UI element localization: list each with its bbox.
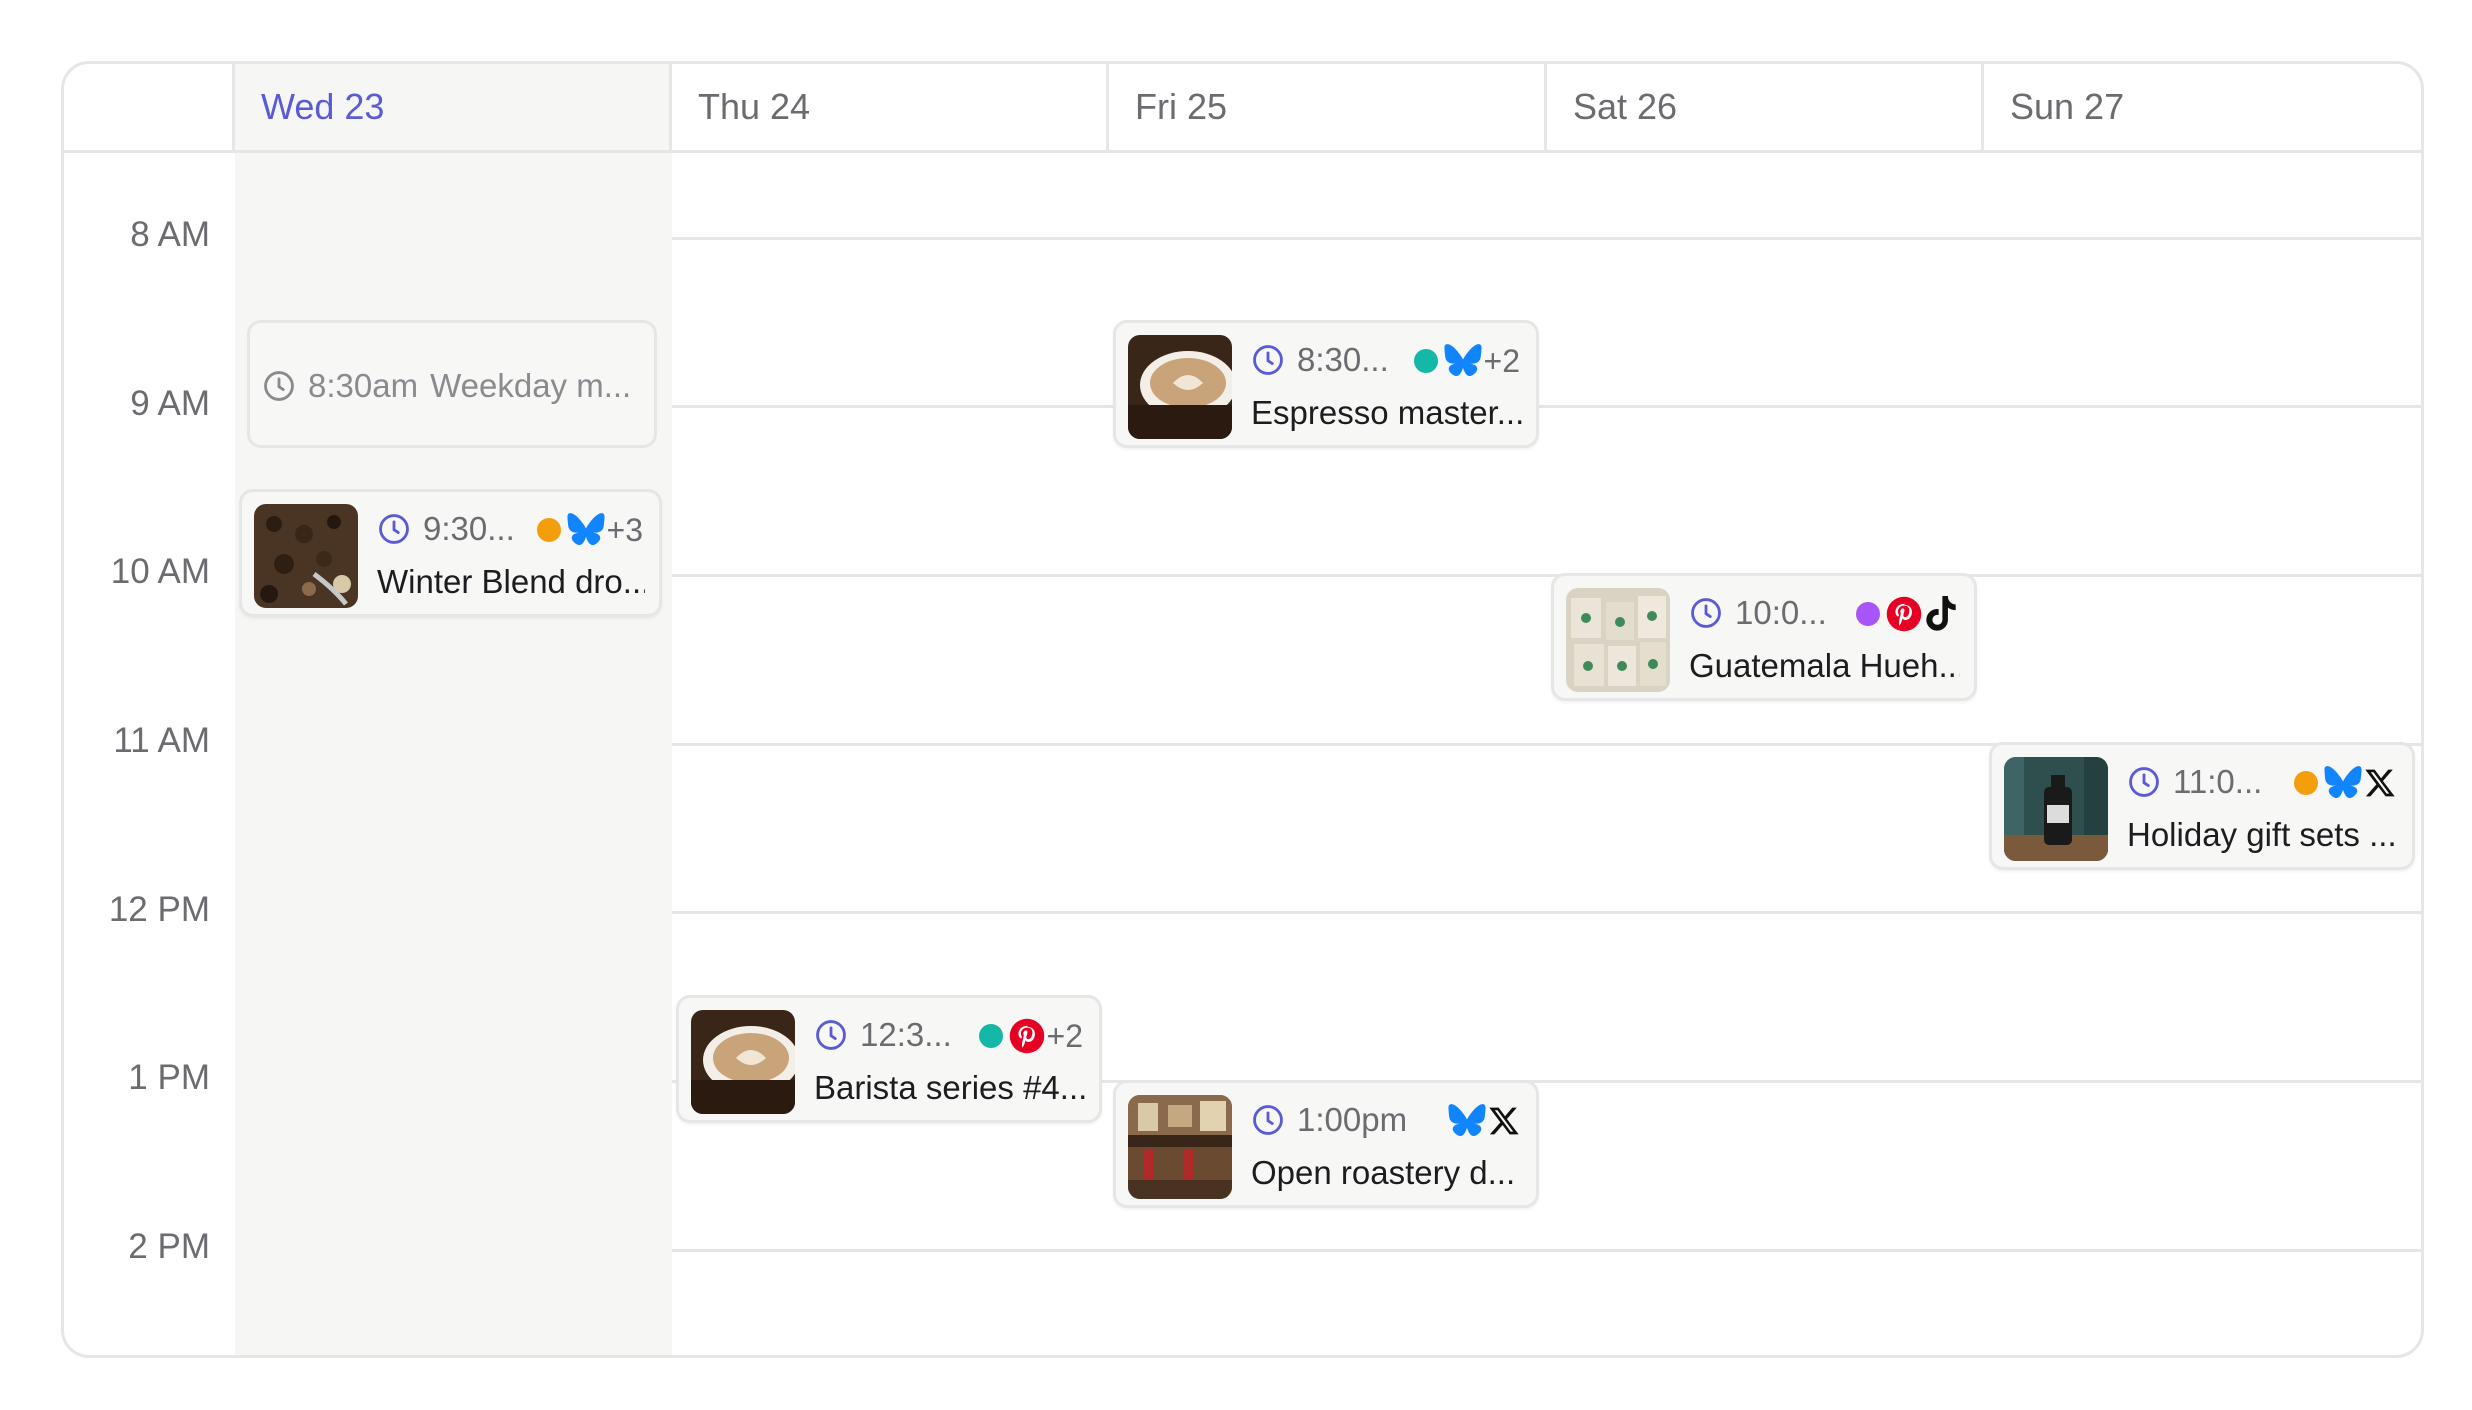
clock-icon	[379, 514, 409, 544]
clock-icon	[2129, 767, 2159, 797]
gridline-9am	[672, 405, 2421, 408]
channel-list	[2294, 761, 2396, 805]
channel-list	[1448, 1099, 1520, 1143]
event-time-row: 8:30am Weekday m...	[262, 361, 631, 411]
event-time: 9:30...	[423, 510, 515, 547]
event-time-row: 11:0...	[2127, 757, 2262, 807]
event-card-weekday[interactable]: 8:30am Weekday m...	[247, 320, 657, 448]
hour-label: 2 PM	[128, 1227, 210, 1266]
event-time-row: 10:0...	[1689, 588, 1827, 638]
bluesky-icon	[2324, 766, 2362, 799]
pinterest-icon	[1009, 1018, 1044, 1054]
event-title: Guatemala Hueh...	[1689, 647, 1960, 684]
channel-list: +3	[536, 508, 643, 552]
x-icon	[2365, 769, 2395, 797]
event-time: 12:3...	[860, 1016, 952, 1053]
event-card-barista[interactable]: 12:3... +2 Barista series #4...	[676, 995, 1102, 1123]
event-card-roastery[interactable]: 1:00pm Open roastery d...	[1113, 1080, 1539, 1208]
teal-dot	[978, 1024, 1003, 1048]
event-time: 8:30...	[1297, 341, 1389, 378]
hour-label: 1 PM	[128, 1058, 210, 1097]
extra-channels-count: +2	[1046, 1017, 1083, 1054]
hour-label: 10 AM	[110, 552, 210, 591]
bluesky-icon	[566, 513, 605, 546]
event-title: Holiday gift sets ...	[2127, 816, 2397, 853]
gridline-2pm	[672, 1249, 2421, 1252]
clock-icon	[264, 371, 294, 401]
pinterest-icon	[1886, 596, 1922, 632]
event-time-row: 1:00pm	[1251, 1095, 1407, 1145]
purple-dot	[1856, 602, 1880, 626]
bluesky-icon	[1443, 344, 1482, 377]
event-time: 11:0...	[2173, 763, 2263, 800]
coffee-beans-image	[254, 504, 358, 608]
calendar-header: Wed 23 Thu 24 Fri 25 Sat 26 Sun 27	[64, 64, 2421, 153]
event-card-winter-blend[interactable]: 9:30... +3 Winter Blend dro...	[239, 489, 662, 617]
event-card-holiday[interactable]: 11:0... Holiday gift sets ...	[1989, 742, 2415, 870]
event-card-espresso[interactable]: 8:30... +2 Espresso master...	[1113, 320, 1539, 448]
gift-bottle-image	[2004, 757, 2108, 861]
channel-list	[1856, 592, 1958, 636]
day-header-sun[interactable]: Sun 27	[1981, 64, 2421, 150]
channel-list: +2	[978, 1014, 1083, 1058]
event-time-row: 8:30...	[1251, 335, 1389, 385]
event-time: 1:00pm	[1297, 1101, 1408, 1138]
orange-dot	[2294, 771, 2318, 795]
day-header-sat[interactable]: Sat 26	[1544, 64, 1984, 150]
extra-channels-count: +3	[606, 511, 643, 548]
tiktok-icon	[1926, 596, 1956, 631]
event-title: Winter Blend dro...	[377, 563, 645, 600]
gridline-8am	[672, 237, 2421, 240]
gridline-10am	[672, 574, 2421, 577]
event-time: 8:30am	[308, 367, 419, 404]
gridline-12pm	[672, 911, 2421, 914]
hour-label: 12 PM	[108, 890, 210, 929]
orange-dot	[536, 518, 561, 542]
teal-dot	[1413, 349, 1438, 373]
hour-label: 8 AM	[130, 215, 210, 254]
event-card-guatemala[interactable]: 10:0... Guatemala Hueh...	[1551, 573, 1977, 701]
event-title: Weekday m...	[430, 367, 632, 404]
day-header-fri[interactable]: Fri 25	[1106, 64, 1547, 150]
extra-channels-count: +2	[1483, 342, 1520, 379]
event-time-row: 9:30...	[377, 504, 515, 554]
day-header-wed[interactable]: Wed 23	[232, 64, 672, 150]
x-icon	[1489, 1107, 1519, 1135]
event-time: 10:0...	[1735, 594, 1827, 631]
latte-cup-image	[691, 1010, 795, 1114]
clock-icon	[1253, 1105, 1283, 1135]
clock-icon	[1253, 345, 1283, 375]
cafe-interior-image	[1128, 1095, 1232, 1199]
event-title: Espresso master...	[1251, 394, 1522, 431]
day-header-thu[interactable]: Thu 24	[669, 64, 1109, 150]
channel-list: +2	[1413, 339, 1520, 383]
hour-label: 11 AM	[113, 721, 210, 760]
event-time-row: 12:3...	[814, 1010, 952, 1060]
coffee-bags-image	[1566, 588, 1670, 692]
clock-icon	[1691, 598, 1721, 628]
bluesky-icon	[1448, 1104, 1486, 1137]
today-column	[235, 64, 672, 1355]
latte-cup-image	[1128, 335, 1232, 439]
event-title: Barista series #4...	[814, 1069, 1085, 1106]
hour-label: 9 AM	[130, 384, 210, 423]
clock-icon	[816, 1020, 846, 1050]
event-title: Open roastery d...	[1251, 1154, 1516, 1191]
